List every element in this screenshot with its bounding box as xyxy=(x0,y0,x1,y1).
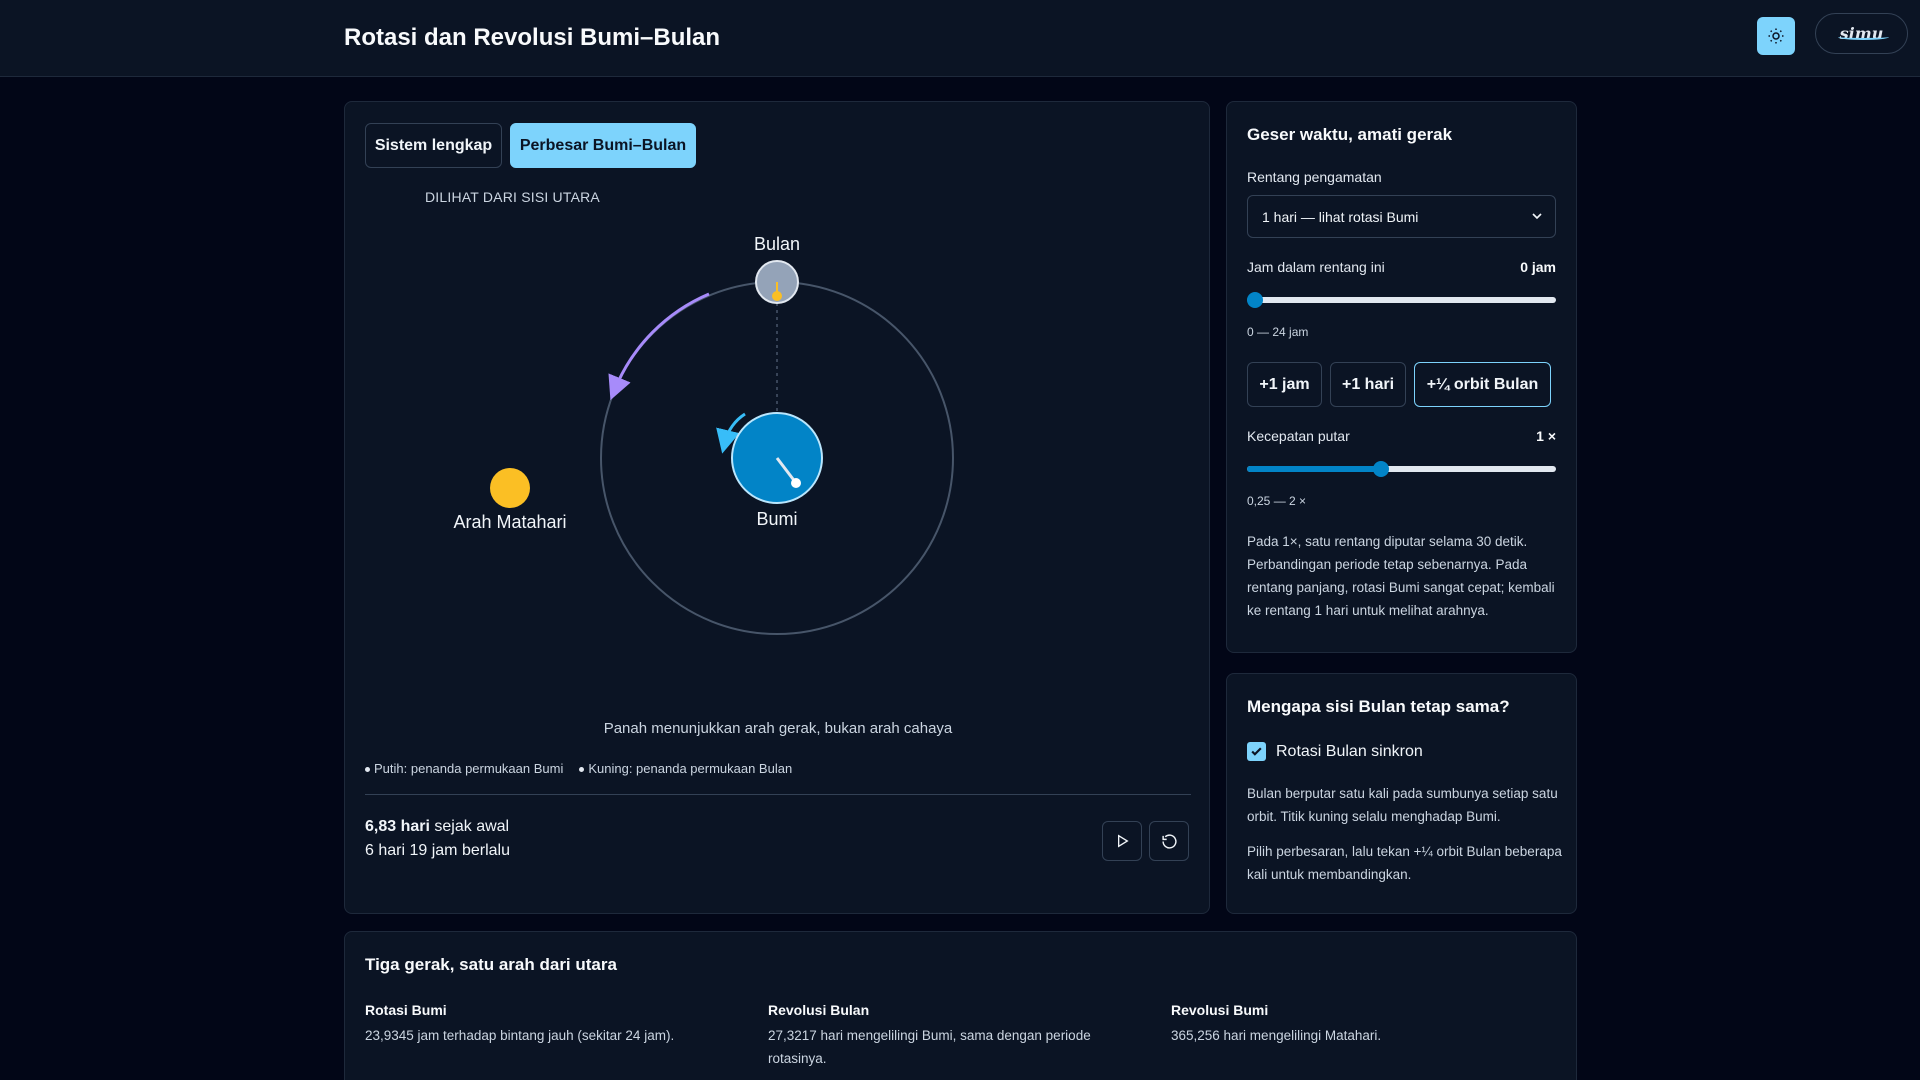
brand-swoosh xyxy=(1838,34,1889,40)
elapsed-time: 6,83 hari sejak awal 6 hari 19 jam berla… xyxy=(365,815,510,863)
motion-earth-revolution: Revolusi Bumi 365,256 hari mengelilingi … xyxy=(1171,1002,1382,1043)
elapsed-suffix: sejak awal xyxy=(434,818,510,835)
earth-label: Bumi xyxy=(756,509,797,529)
motions-title: Tiga gerak, satu arah dari utara xyxy=(365,955,617,974)
time-controls-panel: Geser waktu, amati gerak Rentang pengama… xyxy=(1226,101,1577,653)
three-motions-panel: Tiga gerak, satu arah dari utara Rotasi … xyxy=(344,931,1577,1080)
moon-motion-arrow xyxy=(608,292,710,401)
elapsed-detail: 6 hari 19 jam berlalu xyxy=(365,842,510,859)
hour-slider[interactable] xyxy=(1247,292,1556,308)
why-paragraph-2: Pilih perbesaran, lalu tekan +¼ orbit Bu… xyxy=(1247,844,1562,882)
sync-rotation-label: Rotasi Bulan sinkron xyxy=(1276,742,1423,760)
reset-button[interactable] xyxy=(1149,821,1189,861)
legend-white: Putih: penanda permukaan Bumi xyxy=(365,761,563,776)
speed-slider-handle[interactable] xyxy=(1372,461,1389,477)
simulation-panel: Sistem lengkap Perbesar Bumi–Bulan DILIH… xyxy=(344,101,1210,914)
plus-one-day-button[interactable]: +1 hari xyxy=(1330,362,1406,407)
speed-slider[interactable] xyxy=(1247,461,1556,477)
speed-value: 1 × xyxy=(1536,428,1556,444)
moon-surface-marker xyxy=(772,291,782,301)
orbit-scene: Bulan Bumi Arah Matahari xyxy=(453,234,954,635)
moon-label: Bulan xyxy=(754,234,800,254)
range-label: Rentang pengamatan xyxy=(1247,169,1382,185)
chevron-down-icon xyxy=(1532,213,1542,220)
elapsed-days: 6,83 hari xyxy=(365,818,430,835)
motion-moon-revolution: Revolusi Bulan 27,3217 hari mengelilingi… xyxy=(768,1002,1091,1066)
brand-logo[interactable]: simu xyxy=(1815,13,1908,54)
speed-range: 0,25 — 2 × xyxy=(1247,494,1307,508)
top-bar: Rotasi dan Revolusi Bumi–Bulan simu xyxy=(0,0,1920,77)
legend-yellow: Kuning: penanda permukaan Bulan xyxy=(579,761,792,776)
app-title: Rotasi dan Revolusi Bumi–Bulan xyxy=(344,24,721,51)
why-same-side-panel: Mengapa sisi Bulan tetap sama? Rotasi Bu… xyxy=(1226,673,1577,914)
range-selected: 1 hari — lihat rotasi Bumi xyxy=(1262,208,1419,225)
speed-note: Pada 1×, satu rentang diputar selama 30 … xyxy=(1247,534,1555,618)
hour-label: Jam dalam rentang ini xyxy=(1247,259,1385,275)
speed-label: Kecepatan putar xyxy=(1247,428,1350,444)
motion-earth-rotation: Rotasi Bumi 23,9345 jam terhadap bintang… xyxy=(365,1002,675,1043)
sun-direction-marker xyxy=(490,468,530,508)
range-select[interactable]: 1 hari — lihat rotasi Bumi xyxy=(1247,195,1556,238)
why-paragraph-1: Bulan berputar satu kali pada sumbunya s… xyxy=(1247,786,1558,824)
reset-icon xyxy=(1161,833,1177,849)
sync-rotation-toggle[interactable]: Rotasi Bulan sinkron xyxy=(1247,742,1423,761)
controls-title: Geser waktu, amati gerak xyxy=(1247,125,1453,144)
hour-value: 0 jam xyxy=(1520,259,1556,275)
sun-icon xyxy=(1768,28,1784,44)
hour-slider-handle[interactable] xyxy=(1247,292,1263,308)
sync-rotation-checkbox[interactable] xyxy=(1247,742,1266,761)
play-button[interactable] xyxy=(1102,821,1142,861)
plus-one-hour-button[interactable]: +1 jam xyxy=(1247,362,1322,407)
plus-quarter-orbit-button[interactable]: +¼ orbit Bulan xyxy=(1414,362,1551,407)
hour-range: 0 — 24 jam xyxy=(1247,325,1309,339)
sun-label: Arah Matahari xyxy=(453,512,566,532)
marker-legend: Putih: penanda permukaan Bumi Kuning: pe… xyxy=(365,761,792,776)
theme-toggle-button[interactable] xyxy=(1757,17,1795,55)
why-title: Mengapa sisi Bulan tetap sama? xyxy=(1247,697,1510,716)
earth-surface-marker xyxy=(791,478,801,488)
arrow-note: Panah menunjukkan arah gerak, bukan arah… xyxy=(603,720,953,737)
play-icon xyxy=(1118,834,1129,848)
divider xyxy=(365,794,1191,795)
check-icon xyxy=(1251,747,1262,756)
